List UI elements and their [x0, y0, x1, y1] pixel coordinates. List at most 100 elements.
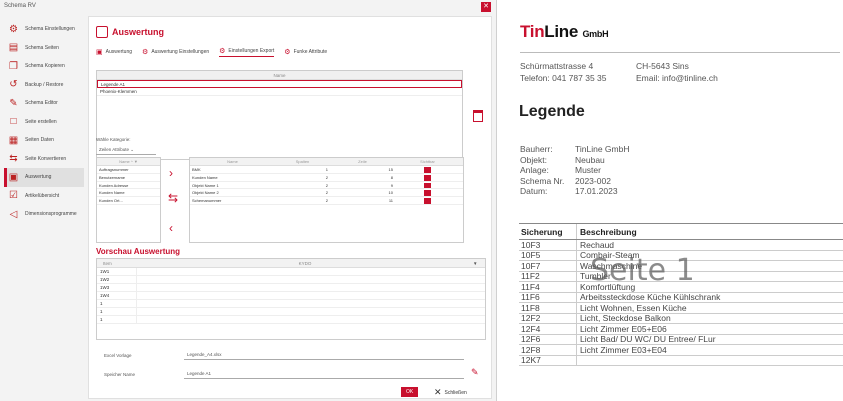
info-row: Bauherr: TinLine GmbH	[520, 144, 629, 155]
move-right-icon[interactable]: ›	[169, 167, 173, 179]
info-value: Muster	[575, 165, 601, 175]
cell-name: Kunden Name	[192, 174, 218, 180]
settings-icon: ⚙	[142, 49, 149, 56]
sidebar-item-auswertung[interactable]: ▣ Auswertung	[4, 168, 84, 187]
cell-item: 1W4	[97, 292, 137, 299]
info-value: 17.01.2023	[575, 186, 618, 196]
logo-line: Line	[544, 22, 579, 41]
speicher-name-field[interactable]: Legende A1	[184, 369, 464, 379]
cell-beschreibung: Licht Zimmer E03+E04	[580, 345, 667, 355]
preview-grid: Item KYDO ▼ 1W1 1W2 1W3 1W4 1 1 1	[96, 258, 486, 340]
list-item[interactable]: Auftragsnummer	[97, 166, 160, 174]
sidebar-item-label: Auswertung	[25, 174, 52, 181]
table-row: 12F2 Licht, Steckdose Balkon	[519, 313, 843, 324]
sort-icon[interactable]: ^	[131, 159, 133, 164]
preview-title: Vorschau Auswertung	[96, 247, 181, 256]
sidebar-item-label: Seite Konvertieren	[25, 155, 67, 162]
logo-tin: Tin	[520, 22, 545, 41]
column-header: Sichtbar	[420, 159, 435, 164]
ok-button[interactable]: OK	[401, 387, 419, 397]
window-title: Schema RV	[4, 3, 36, 9]
project-info: Bauherr: TinLine GmbH Objekt: Neubau Anlag…	[520, 144, 629, 197]
table-row[interactable]: BMK 1 15	[190, 166, 463, 174]
tab-einstellungen-export[interactable]: ⚙ Einstellungen Export	[219, 47, 275, 57]
cell-spalten: 1	[325, 167, 328, 172]
speicher-name-value: Legende A1	[187, 371, 212, 376]
filter-icon[interactable]: ▼	[134, 159, 138, 164]
excel-vorlage-dropdown[interactable]: Legende_A4.xlsx	[184, 350, 464, 360]
sidebar-item-schema-seiten[interactable]: ▤ Schema Seiten	[4, 39, 84, 58]
visible-checkbox[interactable]	[395, 166, 460, 173]
move-left-icon[interactable]: ‹	[169, 222, 173, 234]
cell-name: Objekt Name 1	[192, 182, 219, 188]
swap-icon[interactable]: ⇆	[168, 192, 178, 204]
sidebar-item-seite-erstellen[interactable]: □ Seite erstellen	[4, 113, 84, 132]
logo-gmbh: GmbH	[582, 29, 609, 39]
sidebar-item-artikeluebersicht[interactable]: ☑ Artikelübersicht	[4, 187, 84, 206]
cell-sicherung: 12F4	[519, 324, 577, 334]
cell-sicherung: 10F7	[519, 261, 577, 271]
sidebar-item-dimensionsprogramme[interactable]: ◁ Dimensionsprogramme	[4, 205, 84, 224]
list-item[interactable]: Kunden Name	[97, 189, 160, 198]
close-button[interactable]: ✕ Schließen	[434, 387, 467, 398]
document-preview: TinLine GmbH Schürmattstrasse 4 CH-5643 …	[505, 0, 843, 401]
visible-checkbox[interactable]	[395, 182, 460, 189]
kategorie-dropdown[interactable]: Zeilen Attribute ⌄	[96, 145, 156, 155]
tab-funke-attribute[interactable]: ⚙ Funke Attribute	[284, 47, 327, 57]
cell-name: Objekt Name 2	[192, 190, 219, 196]
info-key: Bauherr:	[520, 144, 553, 154]
table-row[interactable]: Kunden Name 2 8	[190, 174, 463, 182]
dimension-icon: ◁	[9, 208, 18, 220]
table-row: 11F6 Arbeitssteckdose Küche Kühlschrank	[519, 292, 843, 303]
list-item[interactable]: Kunden Adresse	[97, 182, 160, 190]
sidebar-item-label: Schema Kopieren	[25, 63, 65, 70]
sidebar-item-seite-konvertieren[interactable]: ⇆ Seite Konvertieren	[4, 150, 84, 169]
sidebar-item-label: Seiten Daten	[25, 137, 54, 144]
sidebar-item-label: Dimensionsprogramme	[25, 211, 77, 218]
save-icon[interactable]: ✎	[471, 367, 479, 378]
table-header: Sicherung Beschreibung	[519, 223, 843, 240]
table-row: 1W2	[97, 276, 485, 284]
cell-beschreibung: Rechaud	[580, 240, 615, 250]
filter-icon[interactable]: ▼	[473, 259, 485, 267]
table-row[interactable]: Objekt Name 2 2 10	[190, 189, 463, 198]
sidebar: ⚙ Schema Einstellungen ▤ Schema Seiten ❐ Sc…	[4, 20, 84, 224]
column-header: KYDO	[298, 261, 312, 266]
close-window-button[interactable]: ✕	[481, 2, 491, 12]
sidebar-item-seiten-daten[interactable]: ▦ Seiten Daten	[4, 131, 84, 150]
trash-icon[interactable]	[473, 110, 483, 122]
speicher-name-label: Speicher Name	[104, 372, 136, 377]
info-key: Datum:	[520, 186, 548, 196]
sidebar-item-schema-kopieren[interactable]: ❐ Schema Kopieren	[4, 57, 84, 76]
cell-beschreibung	[577, 356, 843, 366]
sidebar-item-schema-einstellungen[interactable]: ⚙ Schema Einstellungen	[4, 20, 84, 39]
sidebar-item-schema-editor[interactable]: ✎ Schema Editor	[4, 94, 84, 113]
cell-zeile: 9	[390, 182, 393, 188]
selected-fields-grid: Name Spalten Zeile Sichtbar BMK 1 15 Kunde…	[189, 157, 464, 243]
visible-checkbox[interactable]	[395, 174, 460, 181]
visible-checkbox[interactable]	[395, 197, 460, 204]
grid-row[interactable]: Legende A1	[97, 80, 462, 88]
tab-label: Auswertung Einstellungen	[151, 49, 210, 55]
fuse-table: Sicherung Beschreibung 10F3 Rechaud 10F5 Co…	[519, 223, 843, 366]
visible-checkbox[interactable]	[395, 189, 460, 197]
table-row[interactable]: Schemanummer 2 11	[190, 197, 463, 205]
cell-sicherung: 12F6	[519, 334, 577, 344]
list-item[interactable]: Kunden Ort...	[97, 197, 160, 205]
tab-auswertung[interactable]: ▣ Auswertung	[96, 47, 132, 57]
table-row: 1W3	[97, 284, 485, 292]
auswertung-panel: Auswertung ▣ Auswertung ⚙ Auswertung Einst…	[88, 16, 492, 399]
company-logo: TinLine GmbH	[520, 22, 609, 42]
grid-row[interactable]: Phoenix-Klemmen	[97, 88, 462, 96]
address-email: Email: info@tinline.ch	[636, 73, 718, 83]
sidebar-item-label: Schema Einstellungen	[25, 26, 75, 33]
info-value: Neubau	[575, 154, 605, 165]
cell-item: 1W2	[97, 276, 137, 283]
tab-auswertung-einstellungen[interactable]: ⚙ Auswertung Einstellungen	[142, 47, 209, 57]
info-key: Objekt:	[520, 154, 547, 165]
list-item[interactable]: Benutzername	[97, 174, 160, 182]
table-row[interactable]: Objekt Name 1 2 9	[190, 182, 463, 190]
article-icon: ☑	[9, 190, 18, 202]
sidebar-item-backup-restore[interactable]: ↺ Backup / Restore	[4, 76, 84, 95]
cell-sicherung: 11F4	[519, 282, 577, 292]
